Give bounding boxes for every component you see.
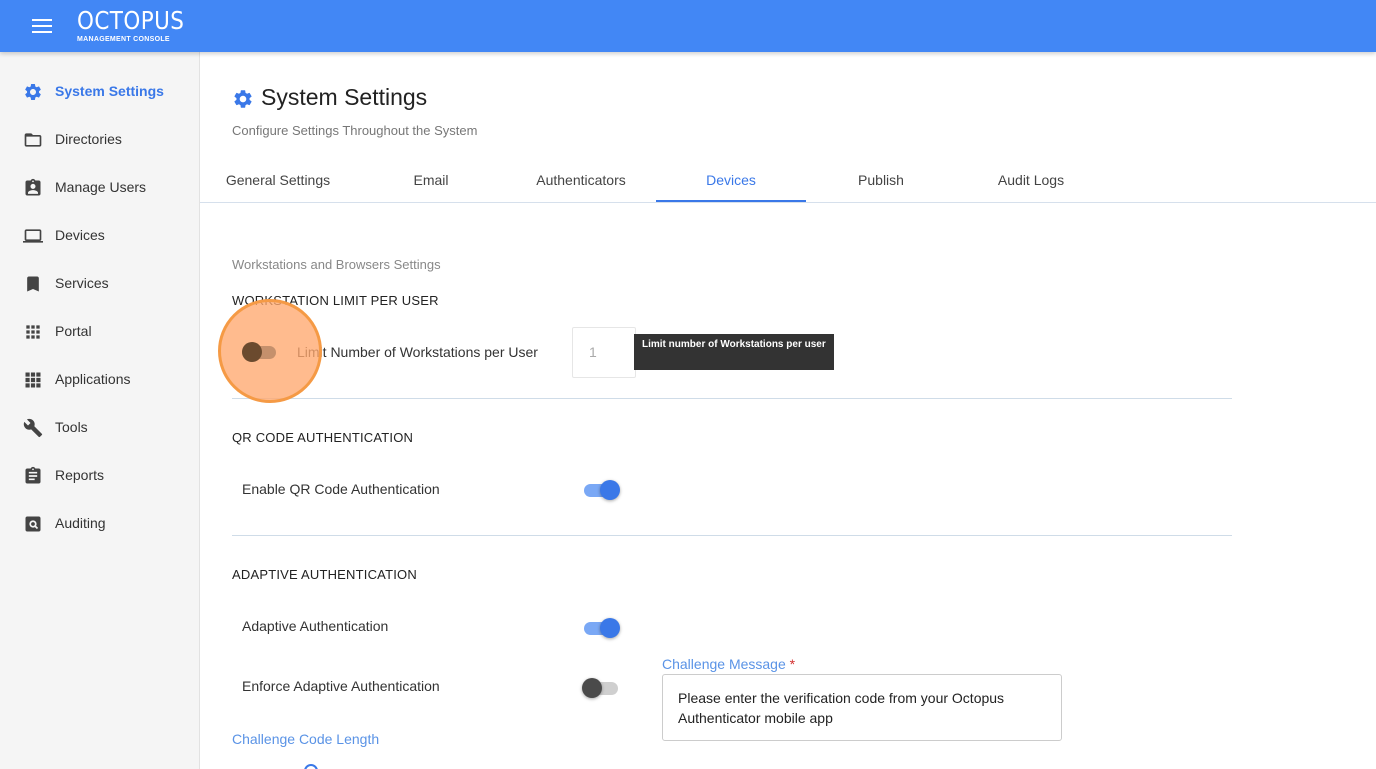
workstation-limit-tooltip: Limit number of Workstations per user — [634, 334, 834, 370]
gear-icon — [23, 82, 43, 102]
enforce-adaptive-toggle[interactable] — [582, 677, 620, 699]
top-app-bar: OCTOPUS MANAGEMENT CONSOLE — [0, 0, 1376, 52]
toggle-knob — [582, 678, 602, 698]
qr-auth-title: QR CODE AUTHENTICATION — [232, 430, 414, 445]
clipboard-icon — [23, 466, 43, 486]
sidebar-item-services[interactable]: Services — [0, 262, 199, 306]
tab-email[interactable]: Email — [356, 160, 506, 202]
challenge-code-length-slider-thumb[interactable] — [304, 764, 318, 769]
sidebar: System Settings Directories Manage Users… — [0, 52, 200, 769]
sidebar-item-label: Portal — [55, 323, 92, 339]
adaptive-auth-title: ADAPTIVE AUTHENTICATION — [232, 567, 417, 582]
toggle-knob — [600, 618, 620, 638]
sidebar-item-label: Reports — [55, 467, 105, 483]
challenge-message-label-text: Challenge Message — [662, 656, 786, 672]
grid-squares-icon — [23, 370, 43, 390]
sidebar-item-label: Tools — [55, 419, 88, 435]
wrench-icon — [23, 418, 43, 438]
user-badge-icon — [23, 178, 43, 198]
sidebar-item-system-settings[interactable]: System Settings — [0, 70, 199, 114]
challenge-code-length-label: Challenge Code Length — [232, 731, 380, 747]
section-caption: Workstations and Browsers Settings — [232, 257, 441, 272]
sidebar-item-label: Auditing — [55, 515, 106, 531]
sidebar-item-devices[interactable]: Devices — [0, 214, 199, 258]
sidebar-item-label: Directories — [55, 131, 122, 147]
challenge-message-textarea[interactable]: Please enter the verification code from … — [662, 674, 1062, 741]
required-marker: * — [789, 656, 796, 672]
search-box-icon — [23, 514, 43, 534]
sidebar-item-tools[interactable]: Tools — [0, 406, 199, 450]
sidebar-item-label: Devices — [55, 227, 105, 243]
hamburger-menu-icon[interactable] — [30, 16, 54, 36]
sidebar-item-label: Manage Users — [55, 179, 147, 195]
tab-audit-logs[interactable]: Audit Logs — [956, 160, 1106, 202]
divider — [232, 398, 1232, 399]
sidebar-item-applications[interactable]: Applications — [0, 358, 199, 402]
folder-icon — [23, 130, 43, 150]
brand-subtitle: MANAGEMENT CONSOLE — [77, 36, 170, 43]
grid-dots-icon — [23, 322, 43, 342]
settings-tabs: General Settings Email Authenticators De… — [200, 160, 1376, 203]
tab-devices[interactable]: Devices — [656, 160, 806, 202]
tab-publish[interactable]: Publish — [806, 160, 956, 202]
laptop-icon — [23, 226, 43, 246]
sidebar-item-portal[interactable]: Portal — [0, 310, 199, 354]
toggle-knob — [242, 342, 262, 362]
enforce-adaptive-label: Enforce Adaptive Authentication — [242, 678, 440, 694]
sidebar-item-label: Services — [55, 275, 109, 291]
brand-logo[interactable]: OCTOPUS MANAGEMENT CONSOLE — [77, 8, 202, 44]
sidebar-item-auditing[interactable]: Auditing — [0, 502, 199, 546]
sidebar-item-label: Applications — [55, 371, 131, 387]
workstation-limit-toggle[interactable] — [240, 341, 278, 363]
qr-auth-toggle[interactable] — [582, 479, 620, 501]
brand-title: OCTOPUS — [77, 6, 185, 35]
toggle-knob — [600, 480, 620, 500]
gear-icon — [232, 88, 254, 110]
workstation-limit-input[interactable]: 1 — [572, 327, 636, 378]
sidebar-item-directories[interactable]: Directories — [0, 118, 199, 162]
sidebar-item-manage-users[interactable]: Manage Users — [0, 166, 199, 210]
divider — [232, 535, 1232, 536]
adaptive-auth-toggle[interactable] — [582, 617, 620, 639]
challenge-message-label: Challenge Message * — [662, 656, 795, 672]
workstation-limit-label: Limit Number of Workstations per User — [297, 344, 538, 360]
adaptive-auth-label: Adaptive Authentication — [242, 618, 389, 634]
tab-authenticators[interactable]: Authenticators — [506, 160, 656, 202]
bookmark-icon — [23, 274, 43, 294]
tab-general-settings[interactable]: General Settings — [203, 160, 353, 202]
main-content: System Settings Configure Settings Throu… — [200, 52, 1376, 769]
page-title: System Settings — [261, 84, 428, 110]
sidebar-item-label: System Settings — [55, 83, 164, 99]
sidebar-item-reports[interactable]: Reports — [0, 454, 199, 498]
qr-auth-label: Enable QR Code Authentication — [242, 481, 440, 497]
page-subtitle: Configure Settings Throughout the System — [232, 123, 478, 138]
